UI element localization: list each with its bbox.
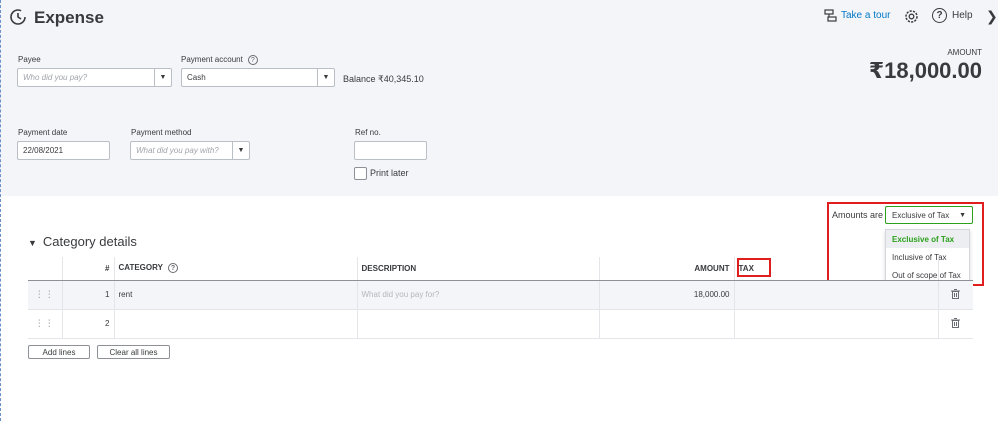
info-icon[interactable]: ?: [247, 55, 258, 65]
header-panel: [0, 0, 998, 196]
amount-label: AMOUNT: [947, 48, 982, 57]
payee-input[interactable]: Who did you pay? ▼: [17, 68, 172, 87]
row-tax[interactable]: [733, 309, 938, 339]
row-category[interactable]: rent: [113, 280, 357, 310]
table-row[interactable]: ⋮⋮ 1 rent What did you pay for? 18,000.0…: [28, 280, 973, 310]
recent-transactions-icon[interactable]: [9, 8, 27, 26]
take-a-tour-label[interactable]: Take a tour: [841, 10, 890, 21]
account-balance: Balance ₹40,345.10: [343, 74, 424, 84]
col-amount: AMOUNT: [598, 257, 734, 281]
payment-method-label: Payment method: [131, 128, 192, 137]
col-description: DESCRIPTION: [356, 257, 599, 281]
category-table: # CATEGORY? DESCRIPTION AMOUNT TAX ⋮⋮ 1 …: [28, 257, 973, 339]
payment-date-value: 22/08/2021: [23, 146, 64, 155]
payment-account-value: Cash: [187, 73, 206, 82]
collapse-triangle-icon: ▼: [28, 238, 37, 248]
payment-account-label: Payment account?: [181, 55, 258, 65]
print-later-label: Print later: [370, 168, 409, 178]
row-category[interactable]: [113, 309, 357, 339]
chevron-down-icon[interactable]: ▼: [154, 69, 171, 86]
help-icon: ?: [932, 8, 947, 23]
chevron-down-icon[interactable]: ▼: [317, 69, 334, 86]
row-number: 2: [61, 309, 114, 339]
payee-label: Payee: [18, 55, 41, 64]
category-details-title: Category details: [42, 234, 137, 249]
page-title: Expense: [34, 8, 104, 27]
payment-account-select[interactable]: Cash ▼: [181, 68, 335, 87]
left-border: [0, 0, 2, 421]
gear-icon[interactable]: [903, 8, 920, 25]
row-description[interactable]: [356, 309, 599, 339]
payment-method-placeholder: What did you pay with?: [136, 146, 219, 155]
info-icon[interactable]: ?: [167, 263, 178, 274]
drag-handle-icon[interactable]: ⋮⋮: [28, 280, 62, 310]
close-chevron-icon[interactable]: ❯: [986, 8, 998, 25]
table-header-row: # CATEGORY? DESCRIPTION AMOUNT TAX: [28, 257, 973, 281]
category-details-toggle[interactable]: ▼ Category details: [28, 234, 137, 249]
col-delete: [937, 257, 973, 281]
tour-icon: [824, 9, 837, 22]
take-a-tour-link[interactable]: Take a tour: [824, 9, 890, 22]
row-description[interactable]: What did you pay for?: [356, 280, 599, 310]
add-lines-button[interactable]: Add lines: [28, 345, 90, 359]
print-later-checkbox[interactable]: [354, 167, 367, 180]
payee-placeholder: Who did you pay?: [23, 73, 88, 82]
amount-total: ₹18,000.00: [868, 58, 982, 83]
help-button[interactable]: ? Help: [932, 8, 973, 23]
chevron-down-icon[interactable]: ▼: [232, 142, 249, 159]
table-row[interactable]: ⋮⋮ 2: [28, 309, 973, 339]
row-number: 1: [61, 280, 114, 310]
row-amount[interactable]: 18,000.00: [598, 280, 734, 310]
trash-icon[interactable]: [937, 280, 973, 310]
col-tax: TAX: [733, 257, 938, 281]
trash-icon[interactable]: [937, 309, 973, 339]
payment-date-label: Payment date: [18, 128, 68, 137]
payment-method-select[interactable]: What did you pay with? ▼: [130, 141, 250, 160]
ref-no-label: Ref no.: [355, 128, 381, 137]
clear-all-lines-button[interactable]: Clear all lines: [97, 345, 170, 359]
col-category: CATEGORY?: [113, 257, 357, 281]
col-number: #: [61, 257, 114, 281]
row-amount[interactable]: [598, 309, 734, 339]
ref-no-input[interactable]: [354, 141, 427, 160]
drag-handle-icon[interactable]: ⋮⋮: [28, 309, 62, 339]
payment-date-input[interactable]: 22/08/2021: [17, 141, 110, 160]
help-label: Help: [952, 10, 973, 21]
col-drag: [28, 257, 62, 281]
row-tax[interactable]: [733, 280, 938, 310]
